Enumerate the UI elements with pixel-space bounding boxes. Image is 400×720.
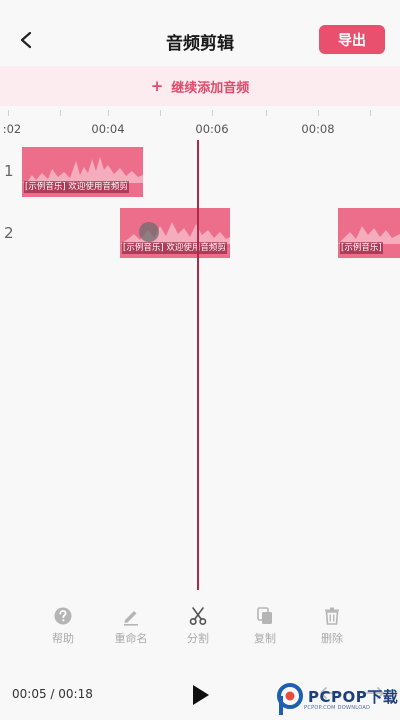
rename-label: 重命名 [114,632,148,645]
add-audio-label: 继续添加音频 [171,80,250,96]
copy-label: 复制 [254,632,276,645]
split-button[interactable]: 分割 [173,606,223,646]
drag-handle[interactable] [139,222,159,242]
watermark: PCPOP下载 PCPOP.COM DOWNLOAD [276,682,398,718]
track-number: 1 [4,162,14,180]
ruler-tick [8,110,9,116]
help-label: 帮助 [52,632,74,645]
audio-clip[interactable]: [示例音乐] 欢迎使用音频剪 [22,147,143,197]
ruler-tick [370,110,371,116]
header: 音频剪辑 导出 [0,0,400,66]
playhead[interactable] [197,140,199,590]
clip-label: [示例音乐] 欢迎使用音频剪 [24,181,129,193]
help-button[interactable]: 帮助 [38,606,88,646]
delete-button[interactable]: 删除 [307,606,357,646]
audio-clip-selected[interactable]: [示例音乐] 欢迎使用音频剪 [120,208,230,258]
pencil-icon [124,611,138,626]
export-button[interactable]: 导出 [319,25,385,54]
timeline-ruler[interactable]: :02 00:04 00:06 00:08 [0,106,400,140]
ruler-tick [60,110,61,116]
ruler-tick [160,110,161,116]
copy-button[interactable]: 复制 [240,606,290,646]
ruler-tick [318,110,319,116]
play-icon [193,685,209,705]
trash-icon [325,607,339,625]
playback-time: 00:05 / 00:18 [12,687,93,701]
pcpop-logo-icon [276,683,304,717]
add-audio-button[interactable]: + 继续添加音频 [0,66,400,106]
rename-button[interactable]: 重命名 [106,606,156,646]
play-button[interactable] [188,683,212,707]
copy-icon [257,607,272,624]
ruler-tick [108,110,109,116]
plus-icon: + [150,77,164,95]
ruler-label: 00:06 [195,122,229,136]
ruler-tick [212,110,213,116]
track-number: 2 [4,224,14,242]
ruler-label: 00:04 [91,122,125,136]
ruler-label: 00:08 [301,122,335,136]
watermark-text: PCPOP下载 [308,688,399,706]
clip-label: [示例音乐] [340,242,383,254]
audio-clip[interactable]: [示例音乐] [338,208,400,258]
clip-label: [示例音乐] 欢迎使用音频剪 [122,242,227,254]
help-icon [54,607,72,625]
scissors-icon [189,607,207,626]
split-label: 分割 [187,632,209,645]
ruler-label: :02 [2,122,22,136]
delete-label: 删除 [321,632,343,645]
ruler-tick [266,110,267,116]
